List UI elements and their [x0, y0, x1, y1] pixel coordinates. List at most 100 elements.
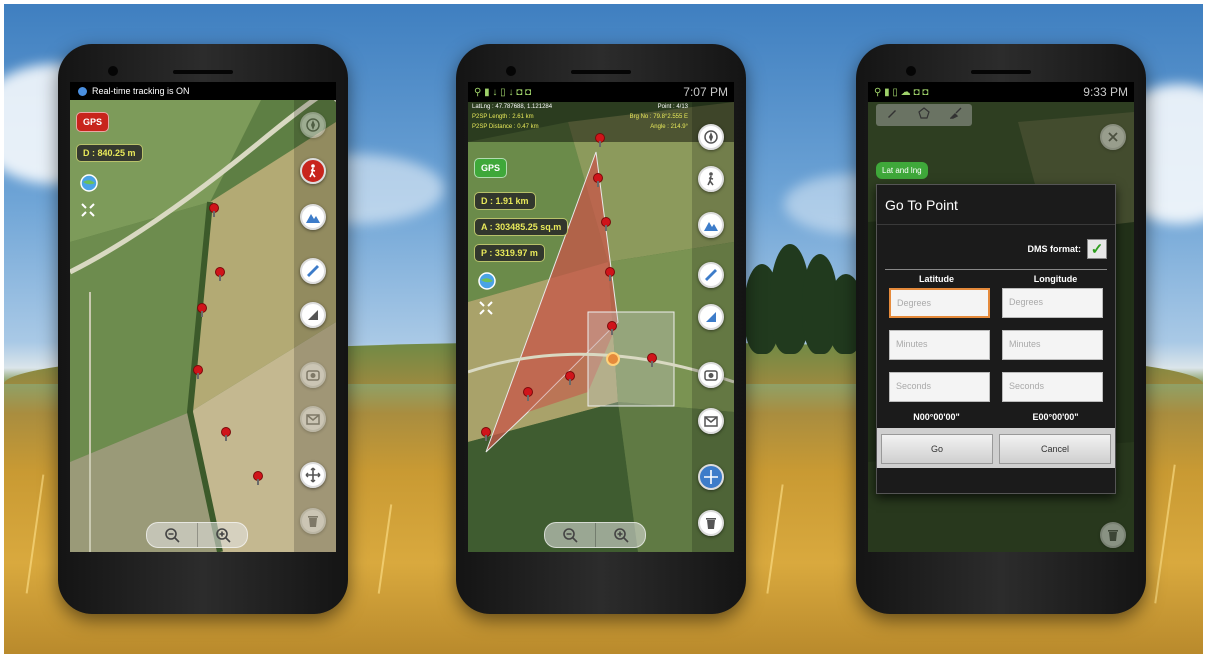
distance-readout: D : 840.25 m: [76, 144, 143, 162]
close-icon[interactable]: [1100, 124, 1126, 150]
draw-toolbar: [876, 104, 972, 126]
map-marker[interactable]: [194, 366, 202, 379]
zoom-out-icon[interactable]: [147, 523, 197, 547]
brush-icon[interactable]: [949, 106, 962, 124]
move-icon[interactable]: [300, 462, 326, 488]
map-marker[interactable]: [648, 354, 656, 367]
map-marker[interactable]: [594, 174, 602, 187]
zoom-in-icon[interactable]: [197, 523, 247, 547]
lng-degrees-input[interactable]: Degrees: [1002, 288, 1103, 318]
map-marker[interactable]: [602, 218, 610, 231]
cone-icon[interactable]: [698, 304, 724, 330]
go-button[interactable]: Go: [881, 434, 993, 464]
compass-icon[interactable]: [698, 124, 724, 150]
latitude-header: Latitude: [919, 274, 954, 284]
front-camera: [506, 66, 516, 76]
speaker-grille: [173, 70, 233, 74]
zoom-out-icon[interactable]: [545, 523, 595, 547]
globe-icon[interactable]: [478, 272, 496, 293]
selected-point-marker[interactable]: [606, 352, 620, 366]
perimeter-readout: P : 3319.97 m: [474, 244, 545, 262]
mountain-icon[interactable]: [300, 204, 326, 230]
map-marker[interactable]: [566, 372, 574, 385]
latitude-readout: N00°00'00": [913, 412, 960, 422]
distance-line: P2SP Distance : 0.47 km: [472, 124, 539, 130]
phone-center: ⚲ ▮ ↓ ▯ ↓ ◘ ◘ 7:07 PM LatLng : 47.787688…: [456, 44, 746, 614]
status-time: 7:07 PM: [683, 85, 728, 99]
trash-icon[interactable]: [698, 510, 724, 536]
lng-seconds-input[interactable]: Seconds: [1002, 372, 1103, 402]
polygon-icon[interactable]: [918, 106, 930, 124]
lat-seconds-input[interactable]: Seconds: [889, 372, 990, 402]
trash-icon[interactable]: [1100, 522, 1126, 548]
map-marker[interactable]: [596, 134, 604, 147]
mail-icon[interactable]: [300, 406, 326, 432]
camera-icon[interactable]: [300, 362, 326, 388]
front-camera: [108, 66, 118, 76]
zoom-controls: [146, 522, 248, 548]
tree-line: [744, 234, 864, 354]
lat-degrees-input[interactable]: Degrees: [889, 288, 990, 318]
map-marker[interactable]: [198, 304, 206, 317]
phone-center-screen: ⚲ ▮ ↓ ▯ ↓ ◘ ◘ 7:07 PM LatLng : 47.787688…: [468, 82, 734, 552]
cone-icon[interactable]: [300, 302, 326, 328]
point-line: Point : 4/13: [657, 104, 688, 110]
walker-icon[interactable]: [300, 158, 326, 184]
front-camera: [906, 66, 916, 76]
dialog-title: Go To Point: [877, 185, 1115, 225]
dialog-buttons: Go Cancel: [877, 428, 1115, 468]
globe-icon[interactable]: [80, 174, 98, 195]
fullscreen-icon[interactable]: [478, 300, 494, 319]
map-marker[interactable]: [482, 428, 490, 441]
status-bar: ⚲ ▮ ▯ ☁ ◘ ◘ 9:33 PM: [868, 82, 1134, 102]
length-line: P2SP Length : 2.61 km: [472, 114, 534, 120]
info-icon: [78, 86, 87, 96]
status-bar: ⚲ ▮ ↓ ▯ ↓ ◘ ◘ 7:07 PM: [468, 82, 734, 102]
gps-button[interactable]: GPS: [76, 112, 110, 132]
status-time: 9:33 PM: [1083, 85, 1128, 99]
column-headers: Latitude Longitude: [877, 274, 1115, 284]
divider: [885, 269, 1107, 270]
phone-left-screen: Real-time tracking is ON GPS D : 840.25 …: [70, 82, 336, 552]
move-icon[interactable]: [698, 464, 724, 490]
camera-icon[interactable]: [698, 362, 724, 388]
longitude-readout: E00°00'00": [1032, 412, 1079, 422]
zoom-controls: [544, 522, 646, 548]
notification-text: Real-time tracking is ON: [92, 86, 190, 96]
map-marker[interactable]: [606, 268, 614, 281]
dms-row: DMS format: ✓: [877, 225, 1115, 265]
angle-line: Angle : 214.9°: [650, 124, 688, 130]
map-marker[interactable]: [254, 472, 262, 485]
zoom-in-icon[interactable]: [595, 523, 645, 547]
notification-bar: Real-time tracking is ON: [70, 82, 336, 100]
ruler-icon[interactable]: [300, 258, 326, 284]
compass-icon[interactable]: [300, 112, 326, 138]
mountain-icon[interactable]: [698, 212, 724, 238]
cancel-button[interactable]: Cancel: [999, 434, 1111, 464]
dms-checkbox[interactable]: ✓: [1087, 239, 1107, 259]
lat-minutes-input[interactable]: Minutes: [889, 330, 990, 360]
phone-right-screen: ⚲ ▮ ▯ ☁ ◘ ◘ 9:33 PM Lat and lng Go To Po…: [868, 82, 1134, 552]
walker-icon[interactable]: [698, 166, 724, 192]
lng-minutes-input[interactable]: Minutes: [1002, 330, 1103, 360]
map-marker[interactable]: [524, 388, 532, 401]
latlng-tab[interactable]: Lat and lng: [876, 162, 928, 179]
go-to-point-dialog: Go To Point DMS format: ✓ Latitude Longi…: [876, 184, 1116, 494]
phone-right: ⚲ ▮ ▯ ☁ ◘ ◘ 9:33 PM Lat and lng Go To Po…: [856, 44, 1146, 614]
coordinate-fields: Degrees Degrees Minutes Minutes Seconds …: [877, 284, 1115, 402]
map-marker[interactable]: [216, 268, 224, 281]
fullscreen-icon[interactable]: [80, 202, 96, 221]
map-marker[interactable]: [210, 204, 218, 217]
map-marker[interactable]: [222, 428, 230, 441]
longitude-header: Longitude: [1033, 274, 1078, 284]
gps-button[interactable]: GPS: [474, 158, 508, 178]
trash-icon[interactable]: [300, 508, 326, 534]
dms-label: DMS format:: [1027, 244, 1082, 254]
area-readout: A : 303485.25 sq.m: [474, 218, 569, 236]
map-marker[interactable]: [608, 322, 616, 335]
distance-readout: D : 1.91 km: [474, 192, 536, 210]
pencil-icon[interactable]: [886, 106, 898, 124]
ruler-icon[interactable]: [698, 262, 724, 288]
speaker-grille: [971, 70, 1031, 74]
mail-icon[interactable]: [698, 408, 724, 434]
